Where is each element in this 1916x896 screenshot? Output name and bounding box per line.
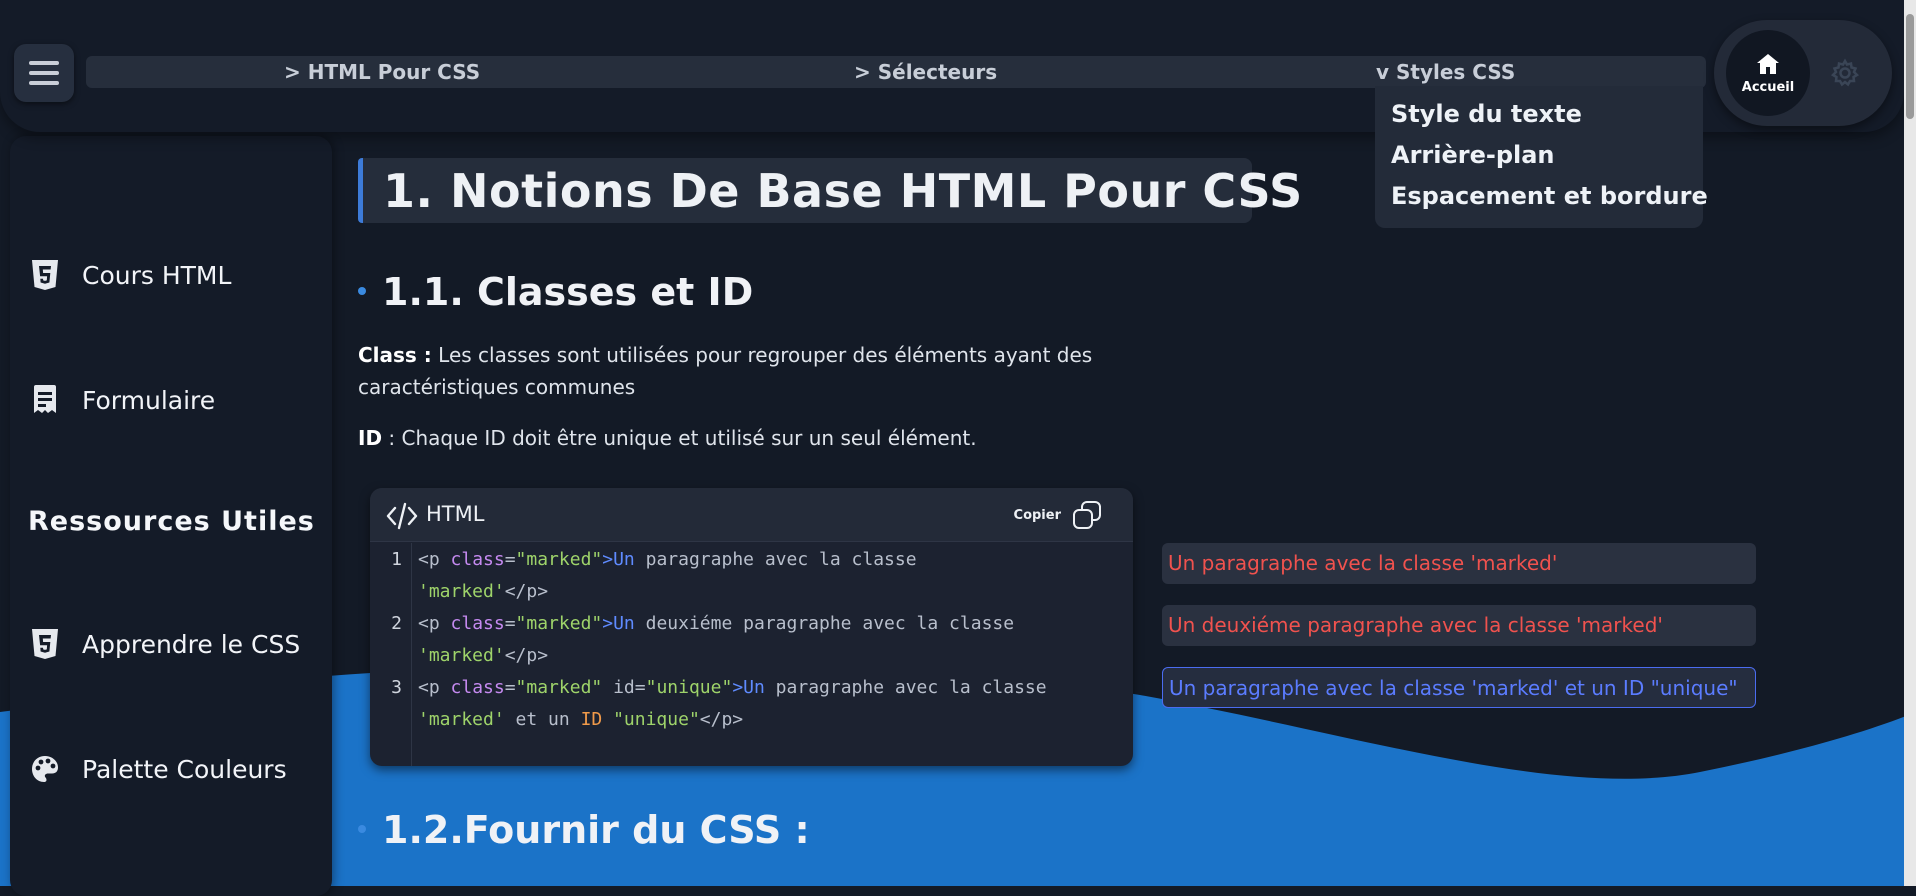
line-gutter: 1 2 3 xyxy=(370,543,412,766)
class-text: Les classes sont utilisées pour regroupe… xyxy=(358,343,1093,399)
demo-paragraph-marked-2: Un deuxiéme paragraphe avec la classe 'm… xyxy=(1162,605,1756,646)
page-scrollbar[interactable] xyxy=(1904,0,1916,886)
sidebar-section-title: Ressources Utiles xyxy=(28,506,315,537)
breadcrumb-styles-css[interactable]: v Styles CSS xyxy=(1376,56,1515,88)
bullet-dot xyxy=(358,824,366,833)
code-tag-icon xyxy=(386,502,418,530)
home-icon xyxy=(1757,53,1779,74)
line-number: 2 xyxy=(391,613,402,634)
class-definition: Class : Les classes sont utilisées pour … xyxy=(358,339,1178,403)
dropdown-item-style-du-texte[interactable]: Style du texte xyxy=(1375,94,1703,135)
home-label: Accueil xyxy=(1741,79,1795,95)
section-1-2-heading: 1.2.Fournir du CSS : xyxy=(358,808,810,852)
code-line: <p class="marked">Un deuxiéme paragraphe… xyxy=(418,613,1015,634)
home-controls: Accueil xyxy=(1714,20,1892,126)
id-label: ID xyxy=(358,426,383,450)
section-1-1-title: 1.1. Classes et ID xyxy=(382,270,754,314)
code-line: <p class="marked" id="unique">Un paragra… xyxy=(418,677,1047,698)
copy-button[interactable]: Copier xyxy=(1014,498,1103,532)
breadcrumb-selecteurs[interactable]: > Sélecteurs xyxy=(854,56,997,88)
sidebar-item-palette-couleurs[interactable]: Palette Couleurs xyxy=(28,744,287,794)
hamburger-icon xyxy=(29,61,59,85)
code-body: 1 2 3 <p class="marked">Un paragraphe av… xyxy=(370,543,1133,766)
section-1-2-title: 1.2.Fournir du CSS : xyxy=(382,808,810,852)
home-button[interactable]: Accueil xyxy=(1726,30,1810,116)
sidebar-item-label: Palette Couleurs xyxy=(82,754,287,784)
line-number: 1 xyxy=(391,549,402,570)
page-title-box: 1. Notions De Base HTML Pour CSS xyxy=(358,158,1302,223)
menu-button[interactable] xyxy=(14,44,74,102)
section-1-1-heading: 1.1. Classes et ID xyxy=(358,270,753,314)
bullet-dot xyxy=(358,286,366,295)
code-line: <p class="marked">Un paragraphe avec la … xyxy=(418,549,917,570)
id-definition: ID : Chaque ID doit être unique et utili… xyxy=(358,422,1178,454)
dropdown-item-arriere-plan[interactable]: Arrière-plan xyxy=(1375,135,1703,176)
sidebar-item-label: Formulaire xyxy=(82,385,216,415)
code-line-wrap: 'marked' et un ID "unique"</p> xyxy=(418,709,744,730)
code-language-label: HTML xyxy=(426,502,485,526)
sidebar-item-formulaire[interactable]: Formulaire xyxy=(28,375,215,425)
breadcrumb: > HTML Pour CSS > Sélecteurs v Styles CS… xyxy=(86,56,1706,88)
dropdown-item-espacement-bordure[interactable]: Espacement et bordure xyxy=(1375,176,1708,217)
code-line-wrap: 'marked'</p> xyxy=(418,645,549,666)
sidebar-item-label: Cours HTML xyxy=(82,260,232,290)
html5-icon xyxy=(28,258,62,292)
demo-paragraph-unique: Un paragraphe avec la classe 'marked' et… xyxy=(1162,667,1756,708)
demo-paragraph-marked: Un paragraphe avec la classe 'marked' xyxy=(1162,543,1756,584)
page-title: 1. Notions De Base HTML Pour CSS xyxy=(383,164,1303,218)
copy-icon xyxy=(1073,501,1101,529)
sidebar: Cours HTML Formulaire Ressources Utiles … xyxy=(10,136,332,896)
styles-css-dropdown: Style du texte Arrière-plan Espacement e… xyxy=(1375,86,1708,228)
gear-icon xyxy=(1830,58,1860,87)
code-block: HTML Copier 1 2 3 <p class="marked">Un p… xyxy=(370,488,1133,766)
id-text: : Chaque ID doit être unique et utilisé … xyxy=(382,426,977,450)
line-number: 3 xyxy=(391,677,402,698)
sidebar-item-apprendre-css[interactable]: 3 Apprendre le CSS xyxy=(28,619,300,669)
sidebar-item-cours-html[interactable]: Cours HTML xyxy=(28,250,231,300)
copy-label: Copier xyxy=(1013,507,1061,523)
palette-icon xyxy=(28,752,62,786)
code-header: HTML Copier xyxy=(370,488,1133,542)
code-line-wrap: 'marked'</p> xyxy=(418,581,549,602)
sidebar-item-label: Apprendre le CSS xyxy=(82,629,301,659)
settings-button[interactable] xyxy=(1830,58,1860,88)
breadcrumb-html-pour-css[interactable]: > HTML Pour CSS xyxy=(284,56,480,88)
scrollbar-thumb[interactable] xyxy=(1906,14,1914,119)
css3-icon: 3 xyxy=(28,627,62,661)
form-icon xyxy=(28,383,62,417)
class-label: Class : xyxy=(358,343,432,367)
